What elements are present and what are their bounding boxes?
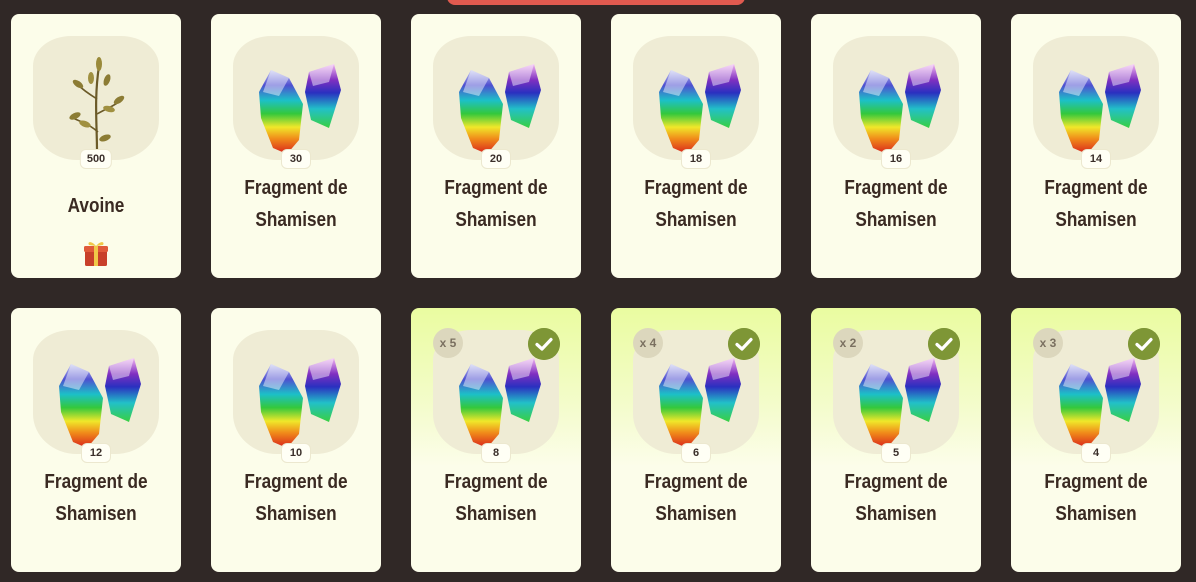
shamisen-fragment-icon (1059, 64, 1141, 152)
multiplier-badge: x 3 (1033, 328, 1063, 358)
shamisen-fragment-icon (859, 358, 941, 446)
item-name: Fragment de Shamisen (444, 471, 548, 525)
shamisen-fragment-icon (259, 358, 341, 446)
check-icon (728, 328, 760, 360)
shamisen-fragment-icon (259, 64, 341, 152)
item-name: Fragment de Shamisen (844, 471, 948, 525)
reward-card-1[interactable]: 500 Avoine (11, 14, 181, 278)
item-name: Fragment de Shamisen (244, 177, 348, 231)
reward-card-10[interactable]: x 4 6 Fragment de Shamisen (611, 308, 781, 572)
top-tab[interactable] (447, 0, 745, 5)
reward-card-8[interactable]: 10 Fragment de Shamisen (211, 308, 381, 572)
shamisen-fragment-icon (859, 64, 941, 152)
item-name: Fragment de Shamisen (644, 471, 748, 525)
quantity-badge: 10 (281, 443, 311, 463)
reward-card-12[interactable]: x 3 4 Fragment de Shamisen (1011, 308, 1181, 572)
quantity-badge: 30 (281, 149, 311, 169)
reward-card-9[interactable]: x 5 8 Fragment de Shamisen (411, 308, 581, 572)
multiplier-badge: x 4 (633, 328, 663, 358)
reward-card-2[interactable]: 30 Fragment de Shamisen (211, 14, 381, 278)
quantity-badge: 12 (81, 443, 111, 463)
item-name: Fragment de Shamisen (844, 177, 948, 231)
quantity-badge: 500 (79, 149, 113, 169)
shamisen-fragment-icon (459, 358, 541, 446)
item-name: Fragment de Shamisen (1044, 471, 1148, 525)
item-name: Fragment de Shamisen (644, 177, 748, 231)
reward-card-3[interactable]: 20 Fragment de Shamisen (411, 14, 581, 278)
reward-card-11[interactable]: x 2 5 Fragment de Shamisen (811, 308, 981, 572)
shamisen-fragment-icon (659, 64, 741, 152)
reward-card-6[interactable]: 14 Fragment de Shamisen (1011, 14, 1181, 278)
multiplier-badge: x 2 (833, 328, 863, 358)
check-icon (1128, 328, 1160, 360)
quantity-badge: 4 (1081, 443, 1111, 463)
shamisen-fragment-icon (59, 358, 141, 446)
item-name: Fragment de Shamisen (244, 471, 348, 525)
oat-icon (69, 57, 125, 153)
check-icon (928, 328, 960, 360)
quantity-badge: 6 (681, 443, 711, 463)
quantity-badge: 16 (881, 149, 911, 169)
check-icon (528, 328, 560, 360)
reward-card-4[interactable]: 18 Fragment de Shamisen (611, 14, 781, 278)
quantity-badge: 8 (481, 443, 511, 463)
reward-card-7[interactable]: 12 Fragment de Shamisen (11, 308, 181, 572)
gift-box-icon[interactable] (83, 239, 109, 267)
item-name: Avoine (67, 195, 125, 217)
item-name: Fragment de Shamisen (1044, 177, 1148, 231)
quantity-badge: 14 (1081, 149, 1111, 169)
quantity-badge: 5 (881, 443, 911, 463)
reward-card-5[interactable]: 16 Fragment de Shamisen (811, 14, 981, 278)
shamisen-fragment-icon (459, 64, 541, 152)
item-name: Fragment de Shamisen (444, 177, 548, 231)
shamisen-fragment-icon (659, 358, 741, 446)
quantity-badge: 20 (481, 149, 511, 169)
multiplier-badge: x 5 (433, 328, 463, 358)
item-name: Fragment de Shamisen (44, 471, 148, 525)
quantity-badge: 18 (681, 149, 711, 169)
shamisen-fragment-icon (1059, 358, 1141, 446)
